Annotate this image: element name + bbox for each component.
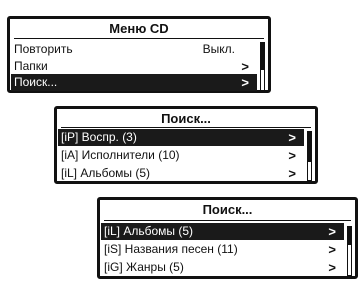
scrollbar-thumb[interactable] [308,132,311,162]
chevron-right-icon: > [328,224,336,239]
menu-item-song-titles[interactable]: [iS] Названия песен (11) > [101,241,344,258]
menu-item-genres[interactable]: [iG] Жанры (5) > [101,259,344,276]
menu-item-repeat[interactable]: Повторить Выкл. [11,41,257,58]
chevron-right-icon: > [288,130,296,145]
menu-item-label: Папки [14,59,48,73]
screen-title: Меню CD [109,21,169,36]
menu-item-albums[interactable]: [iL] Альбомы (5) > [58,165,304,182]
chevron-right-icon: > [288,166,296,181]
screen-title: Поиск... [202,202,253,217]
menu-item-label: [iP] Воспр. (3) [61,130,137,144]
chevron-right-icon: > [241,75,249,90]
menu-item-folders[interactable]: Папки > [11,58,257,75]
menu-item-label: [iL] Альбомы (5) [61,166,151,180]
menu-item-search[interactable]: Поиск... > [11,74,257,91]
chevron-right-icon: > [288,148,296,163]
title-divider [104,220,351,221]
chevron-right-icon: > [328,260,336,275]
menu-item-label: [iL] Альбомы (5) [104,224,194,238]
menu-item-label: [iA] Исполнители (10) [61,148,180,162]
search-screen-1: Поиск... [iP] Воспр. (3) > [iA] Исполнит… [54,106,318,184]
scrollbar-thumb[interactable] [261,43,264,70]
scrollbar[interactable] [260,42,265,91]
menu-item-label: Поиск... [14,75,58,89]
scrollbar[interactable] [347,226,352,276]
menu-item-playlists[interactable]: [iP] Воспр. (3) > [58,129,304,146]
search-screen-2: Поиск... [iL] Альбомы (5) > [iS] Названи… [97,197,358,279]
chevron-right-icon: > [328,242,336,257]
menu-item-value: Выкл. [202,42,235,56]
cd-menu-screen: Меню CD Повторить Выкл. Папки > Поиск...… [7,16,271,93]
menu-item-albums[interactable]: [iL] Альбомы (5) > [101,223,344,240]
screen-title: Поиск... [161,111,211,126]
menu-item-artists[interactable]: [iA] Исполнители (10) > [58,147,304,164]
menu-item-label: [iG] Жанры (5) [104,260,184,274]
scrollbar[interactable] [307,131,312,181]
menu-item-label: Повторить [14,42,73,56]
menu-item-label: [iS] Названия песен (11) [104,242,238,256]
title-divider [14,38,264,39]
scrollbar-thumb[interactable] [348,227,351,245]
title-divider [61,127,311,128]
chevron-right-icon: > [241,59,249,74]
